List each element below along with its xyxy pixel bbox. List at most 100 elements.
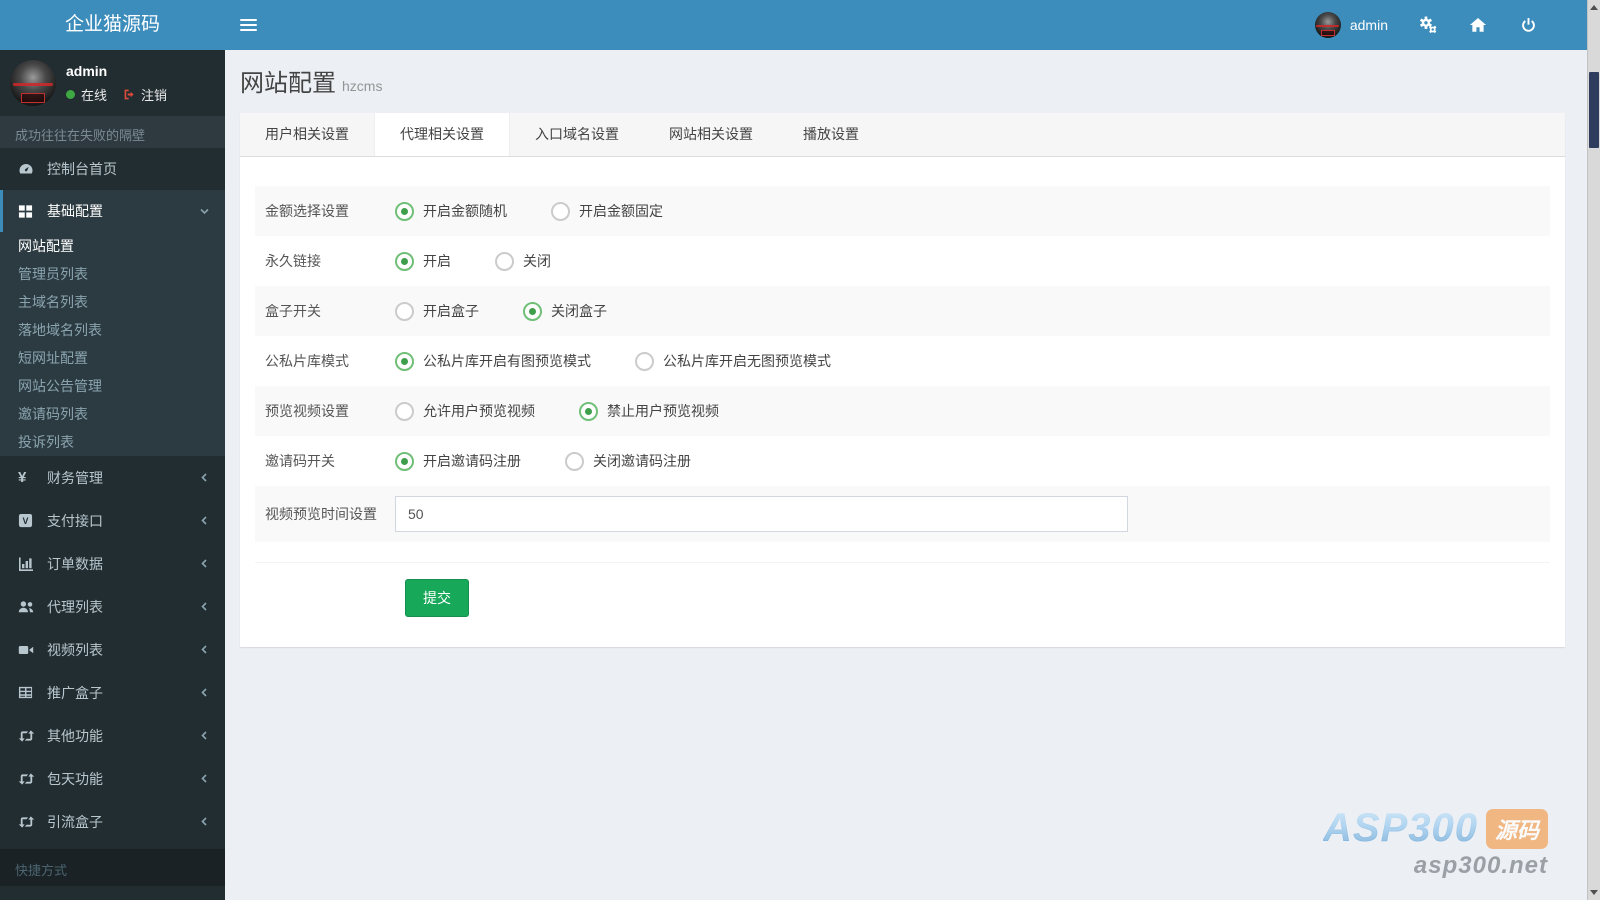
form-label: 公私片库模式 [265,353,349,369]
sidebar-item-label: 引流盒子 [47,813,103,830]
sidebar-item-admin-list[interactable]: 管理员列表 [0,260,225,288]
tab-user-settings[interactable]: 用户相关设置 [240,113,374,156]
tab-site-settings[interactable]: 网站相关设置 [644,113,778,156]
radio-option[interactable]: 公私片库开启无图预览模式 [635,351,831,371]
vertical-scrollbar[interactable] [1587,0,1600,900]
radio-unchecked-icon[interactable] [395,401,414,421]
cogs-icon[interactable] [1418,15,1438,35]
hamburger-icon [239,16,257,34]
sidebar-item-site-config[interactable]: 网站配置 [0,232,225,260]
watermark-badge: 源码 [1485,808,1548,849]
tab-play-settings[interactable]: 播放设置 [778,113,884,156]
sidebar-item-landing-domain-list[interactable]: 落地域名列表 [0,316,225,344]
form-row-library-mode: 公私片库模式 公私片库开启有图预览模式 公私片库开启无图预览模式 [255,336,1550,386]
radio-option[interactable]: 关闭邀请码注册 [565,451,691,471]
radio-option[interactable]: 开启金额随机 [395,201,507,221]
form-label: 预览视频设置 [265,403,349,419]
sidebar-item-daily-package[interactable]: 包天功能 [0,757,225,800]
sidebar-bottom-strip [0,886,225,900]
sidebar-item-basic-config[interactable]: 基础配置 [0,190,225,232]
sidebar-submenu: 网站配置 管理员列表 主域名列表 落地域名列表 短网址配置 网站公告管理 邀请码… [0,232,225,456]
sidebar-item-label: 推广盒子 [47,684,103,701]
users-icon [18,599,39,615]
watermark-url: asp300.net [1413,852,1548,879]
sidebar-user-panel: admin 在线 注销 [0,50,225,116]
form-row-preview-time: 视频预览时间设置 [255,486,1550,542]
submit-button[interactable]: 提交 [405,579,469,617]
form-row-amount-mode: 金额选择设置 开启金额随机 开启金额固定 [255,186,1550,236]
grid-icon [18,204,39,219]
sidebar-item-label: 支付接口 [47,512,103,529]
brand-logo[interactable]: 企业猫源码 [0,0,225,50]
sidebar-item-label: 包天功能 [47,770,103,787]
watermark-asp300: ASP300 [1323,806,1478,850]
radio-unchecked-icon[interactable] [565,451,584,471]
radio-option[interactable]: 开启盒子 [395,301,479,321]
radio-checked-icon[interactable] [523,301,542,321]
sidebar-item-short-url-config[interactable]: 短网址配置 [0,344,225,372]
sidebar-item-other-functions[interactable]: 其他功能 [0,714,225,757]
sidebar: admin 在线 注销 成功往往在失败的隔壁 控制台首页 基础配置 网站配置 管… [0,50,225,900]
sidebar-toggle-button[interactable] [225,0,271,50]
sidebar-item-label: 视频列表 [47,641,103,658]
radio-option[interactable]: 公私片库开启有图预览模式 [395,351,591,371]
radio-checked-icon[interactable] [579,401,598,421]
radio-option[interactable]: 禁止用户预览视频 [579,401,719,421]
radio-unchecked-icon[interactable] [395,301,414,321]
chevron-left-icon [199,687,210,698]
sidebar-item-complaint-list[interactable]: 投诉列表 [0,428,225,456]
radio-checked-icon[interactable] [395,251,414,271]
sidebar-motto: 成功往往在失败的隔壁 [0,116,225,148]
radio-checked-icon[interactable] [395,451,414,471]
sidebar-item-main-domain-list[interactable]: 主域名列表 [0,288,225,316]
chevron-left-icon [199,515,210,526]
dashboard-icon [18,161,39,177]
sidebar-item-promo-box[interactable]: 推广盒子 [0,671,225,714]
chevron-left-icon [199,472,210,483]
radio-option[interactable]: 开启 [395,251,451,271]
logout-link[interactable]: 注销 [123,85,167,104]
tab-agent-settings[interactable]: 代理相关设置 [374,113,510,156]
yen-icon: ¥ [18,469,27,486]
radio-option[interactable]: 开启邀请码注册 [395,451,521,471]
radio-option[interactable]: 关闭盒子 [523,301,607,321]
home-icon[interactable] [1468,15,1488,35]
sidebar-item-order-data[interactable]: 订单数据 [0,542,225,585]
page-title: 网站配置 [240,70,336,97]
retweet-icon [18,729,39,743]
radio-option[interactable]: 关闭 [495,251,551,271]
radio-option[interactable]: 开启金额固定 [551,201,663,221]
power-icon[interactable] [1518,15,1538,35]
radio-unchecked-icon[interactable] [551,201,570,221]
svg-text:V: V [23,516,29,526]
chevron-left-icon [199,558,210,569]
table-icon [18,685,39,700]
sidebar-item-finance[interactable]: ¥ 财务管理 [0,456,225,499]
form-label: 盒子开关 [265,303,321,319]
sidebar-item-invite-code-list[interactable]: 邀请码列表 [0,400,225,428]
sidebar-item-agent-list[interactable]: 代理列表 [0,585,225,628]
sign-out-icon [124,89,134,99]
scroll-up-button[interactable] [1588,0,1600,15]
sidebar-item-label: 基础配置 [47,203,103,219]
sidebar-item-video-list[interactable]: 视频列表 [0,628,225,671]
radio-checked-icon[interactable] [395,351,414,371]
sidebar-item-announcement[interactable]: 网站公告管理 [0,372,225,400]
tab-entry-domain-settings[interactable]: 入口域名设置 [510,113,644,156]
sidebar-item-traffic-box[interactable]: 引流盒子 [0,800,225,843]
form-row-permalink: 永久链接 开启 关闭 [255,236,1550,286]
scrollbar-thumb[interactable] [1589,72,1599,148]
form-row-box-switch: 盒子开关 开启盒子 关闭盒子 [255,286,1550,336]
radio-checked-icon[interactable] [395,201,414,221]
radio-unchecked-icon[interactable] [635,351,654,371]
sidebar-item-payment[interactable]: V 支付接口 [0,499,225,542]
chevron-left-icon [199,601,210,612]
navbar-user-menu[interactable]: admin [1314,12,1388,38]
radio-unchecked-icon[interactable] [495,251,514,271]
online-status-icon [66,89,75,99]
form-row-invite-code: 邀请码开关 开启邀请码注册 关闭邀请码注册 [255,436,1550,486]
sidebar-item-dashboard[interactable]: 控制台首页 [0,148,225,190]
preview-time-input[interactable] [395,496,1128,532]
scroll-down-button[interactable] [1588,885,1600,900]
radio-option[interactable]: 允许用户预览视频 [395,401,535,421]
